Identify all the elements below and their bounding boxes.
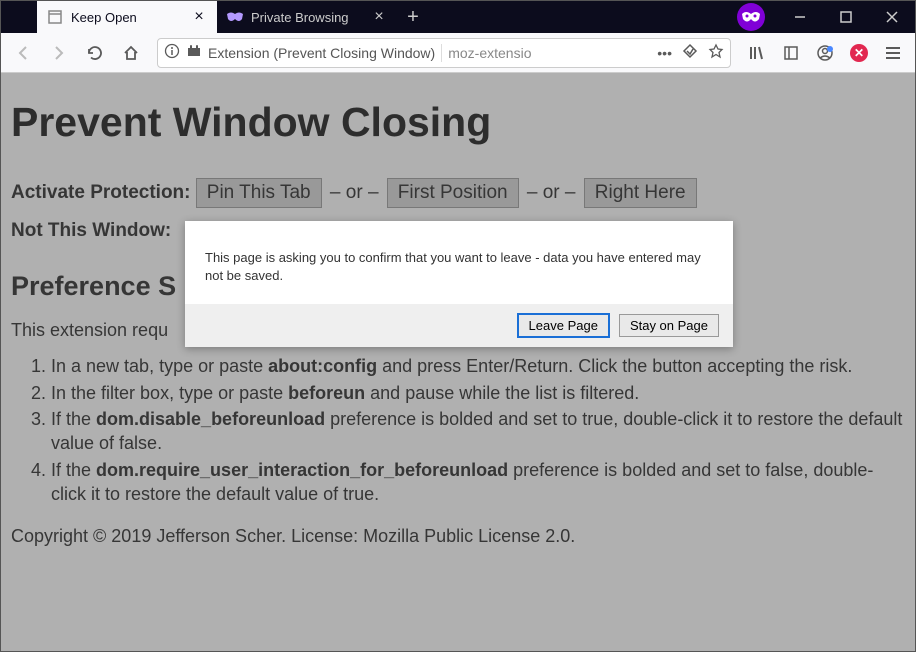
tab-favicon: [47, 9, 63, 25]
nav-toolbar: Extension (Prevent Closing Window) moz-e…: [1, 33, 915, 73]
close-icon[interactable]: ×: [191, 9, 207, 25]
dialog-message: This page is asking you to confirm that …: [185, 221, 733, 304]
extension-icon: [186, 43, 202, 62]
tab-label: Keep Open: [71, 10, 183, 25]
new-tab-button[interactable]: +: [397, 1, 429, 33]
profile-icon[interactable]: [809, 37, 841, 69]
minimize-button[interactable]: [777, 1, 823, 33]
dialog-footer: Leave Page Stay on Page: [185, 304, 733, 347]
separator: [441, 44, 442, 62]
reload-button[interactable]: [79, 37, 111, 69]
menu-button[interactable]: [877, 37, 909, 69]
modal-overlay: [1, 73, 915, 651]
leave-page-dialog: This page is asking you to confirm that …: [185, 221, 733, 347]
home-button[interactable]: [115, 37, 147, 69]
tab-strip: Keep Open × Private Browsing × +: [37, 1, 737, 33]
forward-button[interactable]: [43, 37, 75, 69]
stay-on-page-button[interactable]: Stay on Page: [619, 314, 719, 337]
mask-icon: [227, 9, 243, 25]
url-text: moz-extensio: [448, 45, 651, 61]
tab-keep-open[interactable]: Keep Open ×: [37, 1, 217, 33]
close-icon[interactable]: ×: [371, 9, 387, 25]
sidebar-icon[interactable]: [775, 37, 807, 69]
bookmark-icon[interactable]: [708, 43, 724, 62]
info-icon[interactable]: [164, 43, 180, 62]
private-mode-badge: [737, 3, 765, 31]
tab-private-browsing[interactable]: Private Browsing ×: [217, 1, 397, 33]
back-button[interactable]: [7, 37, 39, 69]
content-area: Prevent Window Closing Activate Protecti…: [1, 73, 915, 651]
maximize-button[interactable]: [823, 1, 869, 33]
title-bar: Keep Open × Private Browsing × +: [1, 1, 915, 33]
window-controls: [737, 1, 915, 33]
reader-icon[interactable]: [682, 43, 698, 62]
close-window-button[interactable]: [869, 1, 915, 33]
tab-label: Private Browsing: [251, 10, 363, 25]
address-bar[interactable]: Extension (Prevent Closing Window) moz-e…: [157, 38, 731, 68]
library-icon[interactable]: [741, 37, 773, 69]
browser-window: Keep Open × Private Browsing × +: [0, 0, 916, 652]
leave-page-button[interactable]: Leave Page: [518, 314, 609, 337]
stop-close-icon[interactable]: ✕: [843, 37, 875, 69]
page-actions-icon[interactable]: •••: [657, 45, 672, 61]
url-identity: Extension (Prevent Closing Window): [208, 45, 435, 61]
